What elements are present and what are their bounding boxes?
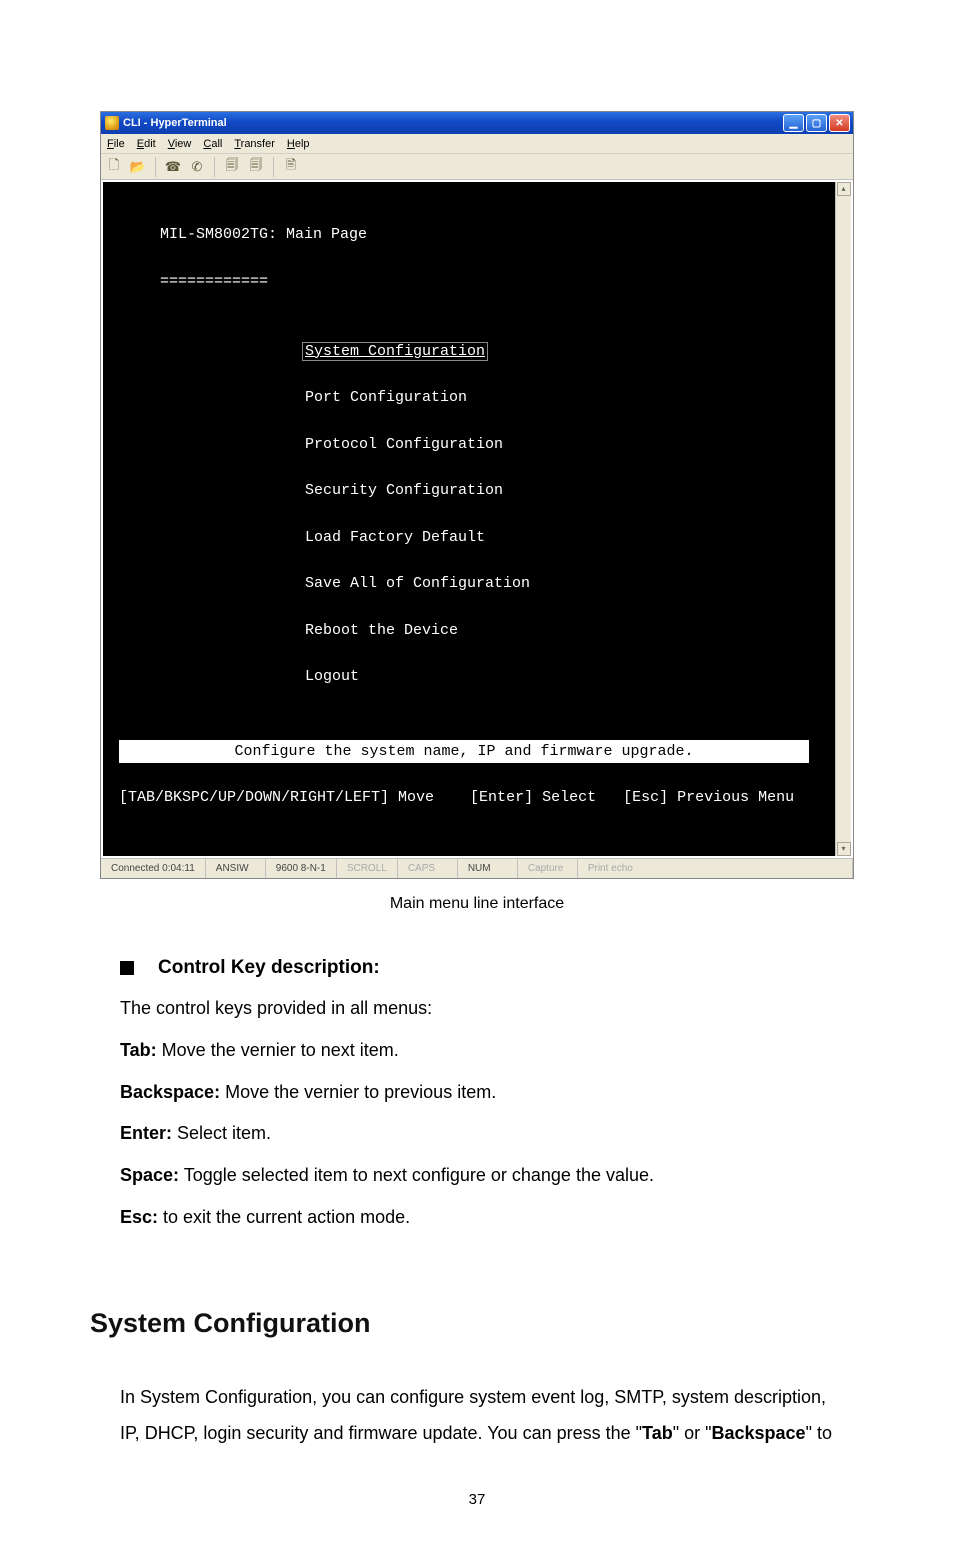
status-capture: Capture bbox=[518, 859, 578, 878]
receive-icon[interactable]: 🗐 bbox=[247, 158, 265, 176]
status-emulation: ANSIW bbox=[206, 859, 266, 878]
status-connected: Connected 0:04:11 bbox=[101, 859, 206, 878]
menu-item-logout[interactable]: Logout bbox=[305, 665, 829, 688]
menu-edit[interactable]: Edit bbox=[137, 138, 156, 150]
maximize-button[interactable]: ▢ bbox=[806, 114, 827, 132]
intro-line: The control keys provided in all menus: bbox=[120, 995, 854, 1023]
scroll-down-icon[interactable]: ▾ bbox=[837, 842, 851, 856]
terminal-nav-help: [TAB/BKSPC/UP/DOWN/RIGHT/LEFT] Move [Ent… bbox=[119, 786, 829, 809]
terminal[interactable]: MIL-SM8002TG: Main Page ============ Sys… bbox=[103, 182, 851, 856]
statusbar: Connected 0:04:11 ANSIW 9600 8-N-1 SCROL… bbox=[101, 858, 853, 878]
new-icon[interactable]: 🗋 bbox=[105, 158, 123, 176]
menubar: File Edit View Call Transfer Help bbox=[101, 134, 853, 154]
titlebar: CLI - HyperTerminal ▁ ▢ ✕ bbox=[101, 112, 853, 134]
app-icon bbox=[105, 116, 119, 130]
space-line: Space: Toggle selected item to next conf… bbox=[120, 1162, 854, 1190]
enter-line: Enter: Select item. bbox=[120, 1120, 854, 1148]
menu-item-port-configuration[interactable]: Port Configuration bbox=[305, 386, 829, 409]
vertical-scrollbar[interactable]: ▴ ▾ bbox=[835, 182, 851, 856]
menu-file[interactable]: File bbox=[107, 138, 125, 150]
figure-caption: Main menu line interface bbox=[100, 895, 854, 913]
menu-item-load-factory-default[interactable]: Load Factory Default bbox=[305, 526, 829, 549]
minimize-button[interactable]: ▁ bbox=[783, 114, 804, 132]
bullet-title: Control Key description: bbox=[158, 957, 380, 979]
hyperterminal-window: CLI - HyperTerminal ▁ ▢ ✕ File Edit View… bbox=[100, 111, 854, 879]
status-num: NUM bbox=[458, 859, 518, 878]
menu-item-system-configuration[interactable]: System Configuration bbox=[305, 340, 829, 363]
section-heading: System Configuration bbox=[90, 1308, 854, 1339]
section-paragraph: In System Configuration, you can configu… bbox=[120, 1379, 854, 1451]
send-icon[interactable]: 🗐 bbox=[223, 158, 241, 176]
disconnect-icon[interactable]: ✆ bbox=[188, 158, 206, 176]
properties-icon[interactable]: 🖹 bbox=[282, 158, 300, 176]
toolbar-separator bbox=[273, 157, 274, 177]
toolbar: 🗋 📂 ☎ ✆ 🗐 🗐 🖹 bbox=[101, 154, 853, 180]
menu-help[interactable]: Help bbox=[287, 138, 310, 150]
page-number: 37 bbox=[100, 1491, 854, 1508]
menu-call[interactable]: Call bbox=[203, 138, 222, 150]
scroll-up-icon[interactable]: ▴ bbox=[837, 182, 851, 196]
square-bullet-icon bbox=[120, 961, 134, 975]
status-printecho: Print echo bbox=[578, 859, 853, 878]
tab-line: Tab: Move the vernier to next item. bbox=[120, 1037, 854, 1065]
esc-line: Esc: to exit the current action mode. bbox=[120, 1204, 854, 1232]
document-body: Control Key description: The control key… bbox=[100, 957, 854, 1232]
call-icon[interactable]: ☎ bbox=[164, 158, 182, 176]
menu-transfer[interactable]: Transfer bbox=[234, 138, 275, 150]
status-settings: 9600 8-N-1 bbox=[266, 859, 337, 878]
toolbar-separator bbox=[214, 157, 215, 177]
menu-item-save-all-configuration[interactable]: Save All of Configuration bbox=[305, 572, 829, 595]
open-icon[interactable]: 📂 bbox=[129, 158, 147, 176]
menu-item-reboot-device[interactable]: Reboot the Device bbox=[305, 619, 829, 642]
terminal-header: MIL-SM8002TG: Main Page bbox=[160, 223, 829, 246]
terminal-area: MIL-SM8002TG: Main Page ============ Sys… bbox=[101, 180, 853, 858]
status-caps: CAPS bbox=[398, 859, 458, 878]
toolbar-separator bbox=[155, 157, 156, 177]
backspace-line: Backspace: Move the vernier to previous … bbox=[120, 1079, 854, 1107]
menu-item-protocol-configuration[interactable]: Protocol Configuration bbox=[305, 433, 829, 456]
terminal-hint: Configure the system name, IP and firmwa… bbox=[119, 740, 809, 763]
status-scroll: SCROLL bbox=[337, 859, 398, 878]
menu-view[interactable]: View bbox=[168, 138, 192, 150]
terminal-underline: ============ bbox=[160, 270, 829, 293]
bullet-heading: Control Key description: bbox=[120, 957, 854, 979]
close-button[interactable]: ✕ bbox=[829, 114, 850, 132]
window-title: CLI - HyperTerminal bbox=[123, 117, 783, 129]
menu-item-security-configuration[interactable]: Security Configuration bbox=[305, 479, 829, 502]
